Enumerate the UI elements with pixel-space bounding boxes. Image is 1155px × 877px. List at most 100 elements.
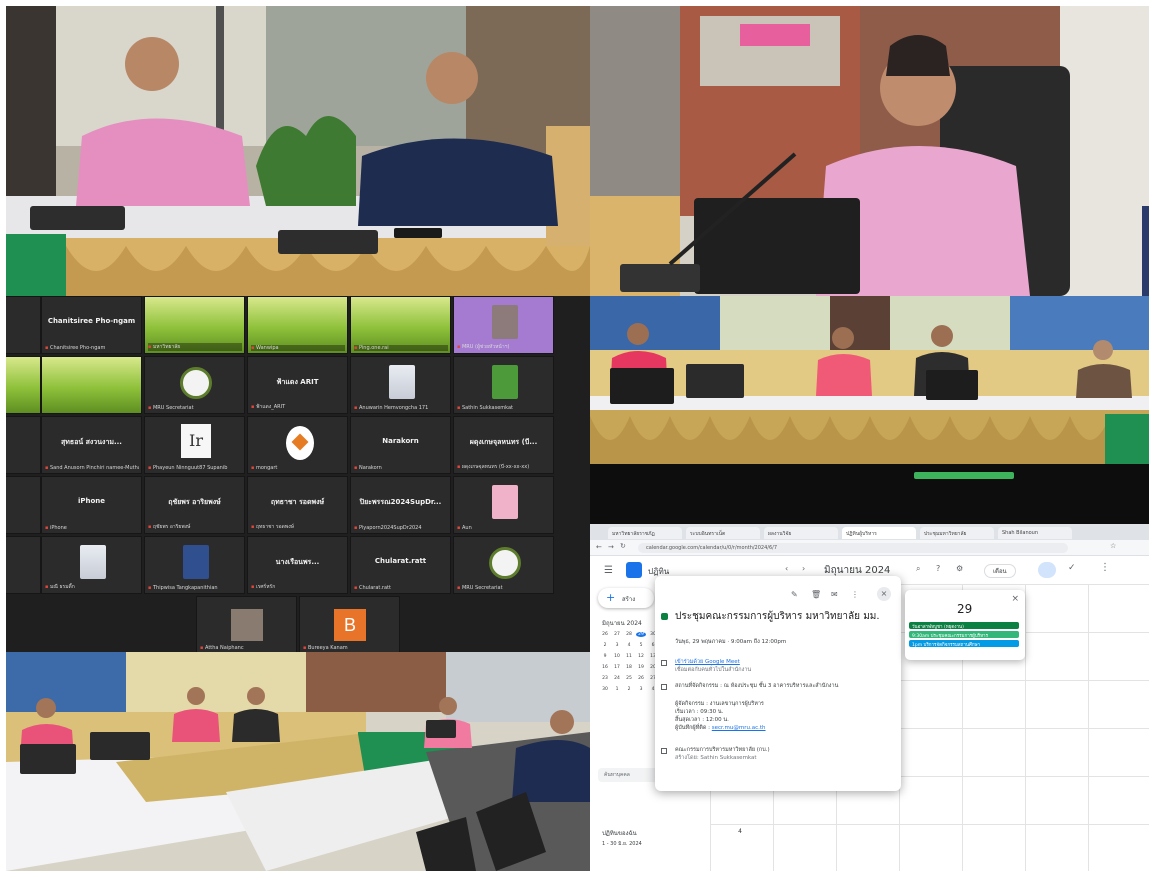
participant-tile[interactable]: MRU Secretariat bbox=[453, 536, 554, 594]
menu-icon[interactable]: ☰ bbox=[604, 565, 613, 576]
tasks-icon[interactable]: ✓ bbox=[1068, 563, 1076, 573]
view-select[interactable]: เดือน bbox=[984, 564, 1016, 578]
calendar-view-icon[interactable] bbox=[1038, 562, 1056, 578]
more-options-icon[interactable]: ⋮ bbox=[851, 590, 859, 599]
day-event[interactable]: วันอาสาฬหบูชา (หยุดงาน) bbox=[909, 622, 1019, 629]
participant-tile[interactable]: iPhone iPhone bbox=[41, 476, 142, 534]
mini-calendar-day[interactable]: 25 bbox=[624, 676, 634, 681]
browser-tab[interactable]: มหาวิทยาลัยราชภัฏ bbox=[608, 527, 682, 539]
reload-icon[interactable]: ↻ bbox=[620, 542, 626, 550]
star-icon[interactable]: ☆ bbox=[1110, 542, 1116, 550]
participant-video bbox=[80, 545, 106, 579]
mini-calendar-day[interactable]: 4 bbox=[624, 643, 634, 648]
participant-tile[interactable] bbox=[6, 536, 41, 594]
mini-calendar-day[interactable]: 19 bbox=[636, 665, 646, 670]
back-arrow-icon[interactable]: ← bbox=[596, 543, 602, 551]
participant-name: Sathin Sukkasemkat bbox=[457, 405, 551, 411]
participant-tile[interactable]: Ping.one.rai bbox=[350, 296, 451, 354]
mini-calendar-day[interactable]: 3 bbox=[612, 643, 622, 648]
event-title: ประชุมคณะกรรมการผู้บริหาร มหาวิทยาลัย มม… bbox=[675, 611, 880, 622]
mini-calendar-day[interactable]: 24 bbox=[612, 676, 622, 681]
grid-day-number[interactable]: 4 bbox=[730, 828, 750, 835]
participant-tile[interactable] bbox=[6, 476, 41, 534]
mini-calendar-day[interactable]: 3 bbox=[636, 687, 646, 692]
mini-calendar-day[interactable]: 30 bbox=[600, 687, 610, 692]
mini-calendar-day[interactable]: 2 bbox=[600, 643, 610, 648]
mini-calendar-day[interactable]: 12 bbox=[636, 654, 646, 659]
day-event[interactable]: 1pm บริการจัดกิจกรรมสถานศึกษา bbox=[909, 640, 1019, 647]
mini-calendar-day[interactable]: 11 bbox=[624, 654, 634, 659]
participant-tile[interactable] bbox=[6, 416, 41, 474]
mini-calendar-day[interactable]: 18 bbox=[624, 665, 634, 670]
event-contact-email[interactable]: secr.mu@mru.ac.th bbox=[712, 725, 766, 731]
participant-tile[interactable] bbox=[41, 356, 142, 414]
participant-name: Anuwarin Hemvongcha 171 bbox=[354, 405, 448, 411]
participant-tile[interactable]: Aun bbox=[453, 476, 554, 534]
participant-tile[interactable]: มณี ธรมดี้ก bbox=[41, 536, 142, 594]
url-field[interactable]: calendar.google.com/calendar/u/0/r/month… bbox=[638, 543, 1068, 553]
browser-tab[interactable]: ประชุมมหาวิทยาลัย bbox=[920, 527, 994, 539]
browser-tab[interactable]: ผลงานวิจัย bbox=[764, 527, 838, 539]
meet-link[interactable]: เข้าร่วมด้วย Google Meet bbox=[675, 659, 740, 665]
participant-tile[interactable]: นางเรือนพร... เรศร์หรัก bbox=[247, 536, 348, 594]
browser-tab[interactable]: ระบบอินทราเน็ต bbox=[686, 527, 760, 539]
mini-calendar-day[interactable]: 27 bbox=[612, 632, 622, 637]
mini-calendar-day[interactable]: 16 bbox=[600, 665, 610, 670]
mini-calendar-day[interactable]: 26 bbox=[636, 676, 646, 681]
participant-tile[interactable]: ฟ้าแดง ARIT ฟ้าแดง_ARIT bbox=[247, 356, 348, 414]
mini-calendar-day[interactable]: 17 bbox=[612, 665, 622, 670]
participant-name: Bureeya Kanam bbox=[303, 645, 397, 651]
participant-tile[interactable]: ปิยะพรรณ2024SupDr... Piyaporn2024SupDr202… bbox=[350, 476, 451, 534]
participant-tile[interactable] bbox=[6, 356, 41, 414]
apps-grid-icon[interactable]: ⋮ bbox=[1100, 562, 1110, 573]
participant-tile[interactable]: Ir Phayeun Ninnguut87 Supanib bbox=[144, 416, 245, 474]
event-organizer: ผู้จัดกิจกรรม : งานเลขานุการผู้บริหาร bbox=[675, 701, 764, 707]
participant-tile[interactable]: Thipwisa Tangkapanithian bbox=[144, 536, 245, 594]
participant-tile[interactable]: Attha Naiphanc bbox=[196, 596, 297, 652]
participant-tile[interactable]: Anuwarin Hemvongcha 171 bbox=[350, 356, 451, 414]
chevron-right-icon[interactable]: › bbox=[802, 564, 805, 573]
participant-tile[interactable]: B Bureeya Kanam bbox=[299, 596, 400, 652]
participant-tile[interactable]: ฤชัยพร อาริยพงษ์ฤชัยพร อาริยพงษ์ bbox=[144, 476, 245, 534]
participant-tile[interactable]: MRU (ผู้ช่วยหัวหน้าฯ) bbox=[453, 296, 554, 354]
search-icon[interactable]: ⌕ bbox=[916, 564, 920, 574]
mini-calendar-day[interactable]: 1 bbox=[612, 687, 622, 692]
participant-tile[interactable]: Chularat.ratt Chularat.ratt bbox=[350, 536, 451, 594]
mini-calendar-day[interactable]: 29 bbox=[636, 632, 646, 637]
mini-calendar-day[interactable]: 23 bbox=[600, 676, 610, 681]
participant-tile[interactable] bbox=[6, 296, 41, 354]
browser-tab[interactable]: Shah Bilanoun bbox=[998, 527, 1072, 539]
mail-icon[interactable]: ✉ bbox=[831, 590, 838, 599]
participant-tile[interactable]: ผดุงเกษจุลหนทร (บี... ผดุงเกษจุลหนทร (บี-… bbox=[453, 416, 554, 474]
create-button[interactable]: + สร้าง bbox=[598, 588, 654, 608]
day-event[interactable]: 9:30am ประชุมคณะกรรมการผู้บริหาร bbox=[909, 631, 1019, 638]
participant-tile[interactable]: MRU Secretariat bbox=[144, 356, 245, 414]
forward-arrow-icon[interactable]: → bbox=[608, 543, 614, 551]
mini-calendar-day[interactable]: 28 bbox=[624, 632, 634, 637]
browser-tab-strip: มหาวิทยาลัยราชภัฏ ระบบอินทราเน็ต ผลงานวิ… bbox=[590, 524, 1149, 540]
participant-tile[interactable]: Narakorn Narakorn bbox=[350, 416, 451, 474]
participant-tile[interactable]: Chanitsiree Pho-ngam Chanitsiree Pho-ngam bbox=[41, 296, 142, 354]
close-day-popup-icon[interactable]: × bbox=[1011, 594, 1019, 604]
participant-tile[interactable]: Sathin Sukkasemkat bbox=[453, 356, 554, 414]
delete-icon[interactable]: 🗑 bbox=[811, 590, 821, 599]
mini-calendar-day[interactable]: 5 bbox=[636, 643, 646, 648]
mini-calendar-day[interactable]: 26 bbox=[600, 632, 610, 637]
participant-tile[interactable]: Wanwipa bbox=[247, 296, 348, 354]
participant-name: Chanitsiree Pho-ngam bbox=[45, 345, 139, 351]
participant-tile[interactable]: ฤทธาชา รอดพงษ์ฤทธาชา รอดพงษ์ bbox=[247, 476, 348, 534]
close-icon[interactable]: × bbox=[877, 587, 891, 601]
chevron-left-icon[interactable]: ‹ bbox=[785, 564, 788, 573]
help-icon[interactable]: ? bbox=[936, 564, 940, 573]
participant-tile[interactable]: มหาวิทยาลัย bbox=[144, 296, 245, 354]
browser-tab-active[interactable]: ปฏิทินผู้บริหาร bbox=[842, 527, 916, 539]
edit-icon[interactable]: ✎ bbox=[791, 590, 798, 599]
participant-display-name: ผดุงเกษจุลหนทร (บี... bbox=[469, 438, 538, 446]
mini-calendar-day[interactable]: 2 bbox=[624, 687, 634, 692]
participant-tile[interactable]: mongart bbox=[247, 416, 348, 474]
mini-calendar-day[interactable]: 10 bbox=[612, 654, 622, 659]
participant-tile[interactable]: สุทธอน์ สงวนงาม... Sand Anusorn Pinchiri … bbox=[41, 416, 142, 474]
mini-calendar-day[interactable]: 9 bbox=[600, 654, 610, 659]
profile-image: Ir bbox=[181, 424, 211, 458]
gear-icon[interactable]: ⚙ bbox=[956, 564, 963, 573]
